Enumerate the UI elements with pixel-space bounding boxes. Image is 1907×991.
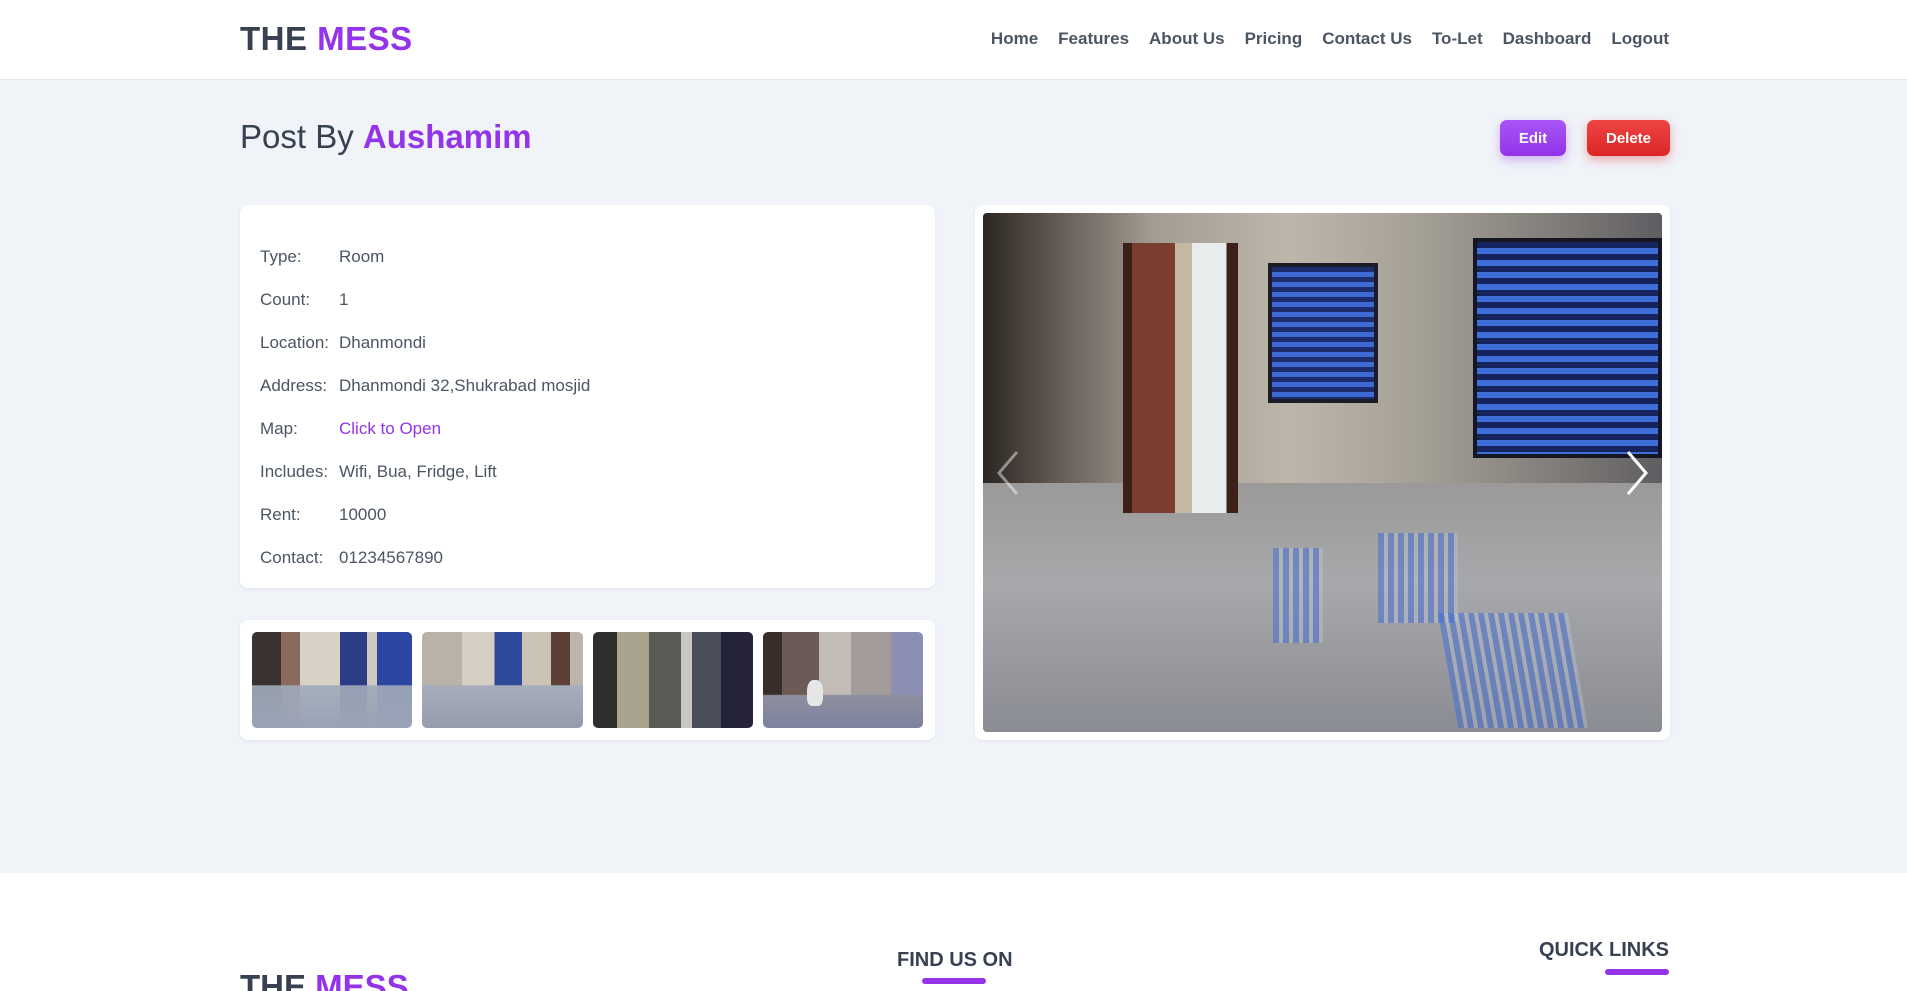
thumbnail-strip bbox=[240, 620, 935, 740]
chevron-right-icon bbox=[1626, 451, 1648, 495]
detail-label: Type: bbox=[260, 246, 302, 266]
main-nav: Home Features About Us Pricing Contact U… bbox=[991, 29, 1669, 49]
detail-label: Rent: bbox=[260, 504, 301, 524]
detail-label: Location: bbox=[260, 332, 329, 352]
detail-value-rent: 10000 bbox=[339, 504, 387, 524]
detail-row-includes: Includes: Wifi, Bua, Fridge, Lift bbox=[260, 450, 915, 493]
room-door bbox=[1123, 243, 1238, 513]
nav-about-us[interactable]: About Us bbox=[1149, 29, 1225, 49]
detail-row-address: Address: Dhanmondi 32,Shukrabad mosjid bbox=[260, 364, 915, 407]
floor-reflection bbox=[1378, 533, 1458, 623]
detail-label: Contact: bbox=[260, 547, 324, 567]
nav-home[interactable]: Home bbox=[991, 29, 1038, 49]
detail-label: Count: bbox=[260, 289, 311, 309]
toilet-shape bbox=[806, 680, 823, 706]
nav-logout[interactable]: Logout bbox=[1611, 29, 1669, 49]
delete-button[interactable]: Delete bbox=[1587, 120, 1670, 156]
thumbnail-1[interactable] bbox=[252, 632, 413, 728]
detail-value-count: 1 bbox=[339, 289, 349, 309]
post-details-card: Type: Room Count: 1 Location: Dhanmondi … bbox=[240, 205, 935, 588]
detail-value-type: Room bbox=[339, 246, 385, 266]
footer-brand-logo[interactable]: THE MESS bbox=[240, 968, 409, 991]
detail-row-rent: Rent: 10000 bbox=[260, 493, 915, 536]
post-author: Aushamim bbox=[362, 118, 532, 155]
detail-label: Map: bbox=[260, 418, 298, 438]
brand-logo-part1: THE bbox=[240, 20, 308, 57]
find-us-underline bbox=[922, 978, 986, 984]
image-carousel bbox=[975, 205, 1670, 740]
detail-row-location: Location: Dhanmondi bbox=[260, 321, 915, 364]
floor-reflection bbox=[1273, 548, 1323, 643]
find-us-heading: FIND US ON bbox=[897, 949, 1013, 971]
nav-features[interactable]: Features bbox=[1058, 29, 1129, 49]
detail-label: Includes: bbox=[260, 461, 329, 481]
quick-links-heading: QUICK LINKS bbox=[1539, 939, 1669, 961]
nav-contact-us[interactable]: Contact Us bbox=[1322, 29, 1412, 49]
nav-pricing[interactable]: Pricing bbox=[1245, 29, 1303, 49]
detail-value-contact: 01234567890 bbox=[339, 547, 444, 567]
nav-to-let[interactable]: To-Let bbox=[1432, 29, 1483, 49]
quick-links-underline bbox=[1605, 969, 1669, 975]
detail-value-includes: Wifi, Bua, Fridge, Lift bbox=[339, 461, 497, 481]
nav-dashboard[interactable]: Dashboard bbox=[1503, 29, 1592, 49]
detail-value-address: Dhanmondi 32,Shukrabad mosjid bbox=[339, 375, 591, 395]
carousel-main-image bbox=[983, 213, 1662, 732]
page-title: Post By Aushamim bbox=[240, 118, 532, 156]
detail-row-count: Count: 1 bbox=[260, 278, 915, 321]
footer-brand-part1: THE bbox=[240, 968, 306, 991]
room-window bbox=[1473, 238, 1662, 458]
brand-logo-part2: MESS bbox=[317, 20, 413, 57]
room-window bbox=[1268, 263, 1378, 403]
carousel-prev-button[interactable] bbox=[991, 448, 1025, 498]
chevron-left-icon bbox=[997, 451, 1019, 495]
site-footer: THE MESS FIND US ON QUICK LINKS bbox=[0, 873, 1907, 991]
thumbnail-4[interactable] bbox=[762, 632, 923, 728]
footer-brand-part2: MESS bbox=[315, 968, 409, 991]
brand-logo[interactable]: THE MESS bbox=[240, 20, 413, 58]
page-title-prefix: Post By bbox=[240, 118, 354, 155]
detail-row-type: Type: Room bbox=[260, 235, 915, 278]
map-open-link[interactable]: Click to Open bbox=[339, 419, 441, 439]
thumbnail-2[interactable] bbox=[422, 632, 583, 728]
floor-reflection bbox=[1437, 613, 1589, 728]
thumbnail-3[interactable] bbox=[592, 632, 753, 728]
detail-row-map: Map: Click to Open bbox=[260, 407, 915, 450]
carousel-next-button[interactable] bbox=[1620, 448, 1654, 498]
top-navbar: THE MESS Home Features About Us Pricing … bbox=[0, 0, 1907, 80]
detail-value-location: Dhanmondi bbox=[339, 332, 426, 352]
detail-label: Address: bbox=[260, 375, 328, 395]
detail-row-contact: Contact: 01234567890 bbox=[260, 536, 915, 579]
edit-button[interactable]: Edit bbox=[1500, 120, 1566, 156]
